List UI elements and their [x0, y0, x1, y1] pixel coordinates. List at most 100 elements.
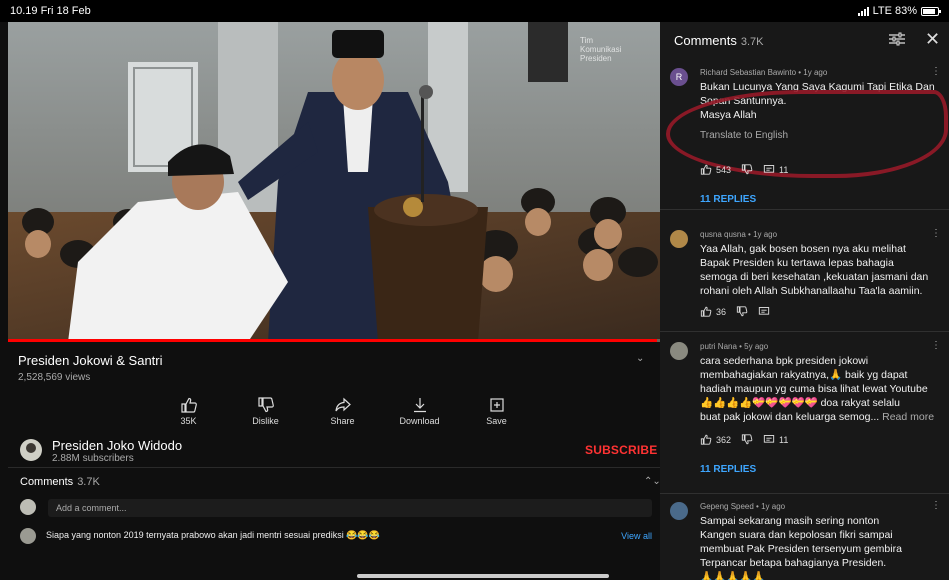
- thumb-down-icon: [741, 164, 753, 175]
- dislike-button[interactable]: Dislike: [227, 397, 304, 426]
- action-bar: 35K Dislike Share Download Save: [150, 397, 535, 426]
- comment-item[interactable]: putri Nana • 5y ago ⋮ cara sederhana bpk…: [660, 332, 949, 494]
- thumb-up-icon: [700, 306, 712, 317]
- comment-avatar[interactable]: [670, 502, 688, 520]
- more-vert-icon[interactable]: ⋮: [931, 340, 941, 351]
- save-button[interactable]: Save: [458, 397, 535, 426]
- comment-like-button[interactable]: 362: [700, 434, 731, 445]
- comments-teaser[interactable]: Comments 3.7K ⌃⌄ Add a comment... Siapa y…: [8, 470, 661, 580]
- comments-teaser-count: 3.7K: [77, 476, 100, 488]
- user-avatar: [20, 499, 36, 515]
- comment-last-line: buat pak jokowi dan keluarga semog...: [700, 411, 880, 423]
- comments-teaser-header: Comments 3.7K: [20, 476, 100, 488]
- video-progress-bar[interactable]: [8, 339, 660, 342]
- video-title[interactable]: Presiden Jokowi & Santri: [18, 353, 163, 368]
- add-comment-input[interactable]: Add a comment...: [48, 499, 652, 517]
- share-label: Share: [330, 416, 355, 426]
- comment-like-count: 543: [716, 164, 732, 175]
- status-indicators: LTE 83%: [857, 5, 941, 17]
- thumb-up-icon: [700, 434, 712, 445]
- share-icon: [334, 397, 352, 413]
- comment-author[interactable]: qusna qusna • 1y ago: [700, 230, 777, 239]
- comment-line: Kangen suara dan kepolosan fikri sampai: [700, 529, 893, 541]
- comment-stats: 543 11: [700, 164, 788, 175]
- more-vert-icon[interactable]: ⋮: [931, 500, 941, 511]
- comment-author[interactable]: Gepeng Speed • 1y ago: [700, 502, 785, 511]
- comment-like-button[interactable]: 543: [700, 164, 731, 175]
- video-player[interactable]: Tim Komunikasi Presiden: [8, 22, 660, 342]
- comment-reply-count: 11: [779, 434, 789, 445]
- comment-author[interactable]: Richard Sebastian Bawinto • 1y ago: [700, 68, 827, 77]
- top-comment-text: Siapa yang nonton 2019 ternyata prabowo …: [46, 530, 380, 540]
- top-comment-row[interactable]: Siapa yang nonton 2019 ternyata prabowo …: [20, 526, 652, 546]
- save-icon: [488, 397, 506, 413]
- download-button[interactable]: Download: [381, 397, 458, 426]
- video-watermark: Tim Komunikasi Presiden: [580, 36, 622, 63]
- channel-name[interactable]: Presiden Joko Widodo: [52, 438, 182, 453]
- comments-panel-title-text: Comments: [674, 33, 737, 48]
- comment-item[interactable]: Gepeng Speed • 1y ago ⋮ Sampai sekarang …: [660, 492, 949, 580]
- top-comment-avatar: [20, 528, 36, 544]
- status-bar: 10.19 Fri 18 Feb LTE 83%: [0, 0, 949, 22]
- comment-author[interactable]: putri Nana • 5y ago: [700, 342, 768, 351]
- comment-dislike-button[interactable]: [741, 434, 753, 445]
- more-vert-icon[interactable]: ⋮: [931, 66, 941, 77]
- comment-dislike-button[interactable]: [736, 306, 748, 317]
- comment-text: Sampai sekarang masih sering nonton Kang…: [700, 514, 944, 580]
- comment-line: membahagiakan rakyatnya,🙏 baik yg dapat: [700, 369, 908, 381]
- comment-reply-button[interactable]: 11: [763, 164, 788, 175]
- comment-reply-count: 11: [779, 164, 789, 175]
- replies-link[interactable]: 11 REPLIES: [700, 194, 756, 205]
- channel-row: Presiden Joko Widodo 2.88M subscribers S…: [0, 435, 660, 467]
- comment-line: membuat Pak Presiden tersenyum gembira: [700, 543, 902, 555]
- comment-line: Bapak Presiden ku tertawa lepas bahagia: [700, 257, 894, 269]
- close-icon[interactable]: ✕: [925, 30, 940, 48]
- comment-text: Yaa Allah, gak bosen bosen nya aku melih…: [700, 242, 944, 298]
- network-status: LTE 83%: [872, 5, 917, 17]
- comment-item[interactable]: qusna qusna • 1y ago ⋮ Yaa Allah, gak bo…: [660, 220, 949, 332]
- like-count: 35K: [180, 416, 197, 426]
- dislike-label: Dislike: [252, 416, 279, 426]
- chevron-down-icon[interactable]: ⌄: [636, 353, 644, 364]
- comment-stats: 36: [700, 306, 770, 317]
- comment-avatar[interactable]: [670, 342, 688, 360]
- thumb-up-icon: [700, 164, 712, 175]
- channel-subscribers: 2.88M subscribers: [52, 453, 134, 464]
- comments-panel: Comments 3.7K ✕ R Richard Sebastian Bawin…: [660, 22, 949, 580]
- battery-icon: [921, 6, 941, 16]
- comment-line: Sampai sekarang masih sering nonton: [700, 515, 880, 527]
- comment-reply-button[interactable]: 11: [763, 434, 788, 445]
- comment-line: 🙏🙏🙏🙏🙏: [700, 571, 766, 580]
- subscribe-button[interactable]: SUBSCRIBE: [585, 443, 657, 457]
- comment-line: Terpancar betapa bahagianya Presiden.: [700, 557, 887, 569]
- view-all-link[interactable]: View all: [621, 531, 652, 541]
- comment-dislike-button[interactable]: [741, 164, 753, 175]
- comment-like-button[interactable]: 36: [700, 306, 726, 317]
- filter-icon[interactable]: [888, 32, 906, 46]
- reply-icon: [763, 435, 775, 443]
- read-more-link[interactable]: Read more: [882, 411, 934, 423]
- comment-item[interactable]: R Richard Sebastian Bawinto • 1y ago ⋮ B…: [660, 58, 949, 210]
- home-indicator[interactable]: [357, 574, 609, 578]
- comment-text: cara sederhana bpk presiden jokowi memba…: [700, 354, 944, 424]
- channel-avatar[interactable]: [20, 439, 42, 461]
- comment-avatar[interactable]: [670, 230, 688, 248]
- more-vert-icon[interactable]: ⋮: [931, 228, 941, 239]
- like-button[interactable]: 35K: [150, 397, 227, 426]
- unfold-icon[interactable]: ⌃⌄: [644, 476, 661, 487]
- comment-line: Yaa Allah, gak bosen bosen nya aku melih…: [700, 243, 906, 255]
- comments-panel-header: Comments 3.7K ✕: [660, 22, 949, 58]
- comment-like-count: 362: [716, 434, 732, 445]
- add-comment-row: Add a comment...: [20, 496, 652, 518]
- comments-panel-count: 3.7K: [740, 36, 764, 48]
- comments-teaser-title: Comments: [20, 476, 74, 488]
- comment-line: 👍👍👍👍💝💝💝💝💝 doa rakyat selalu: [700, 397, 900, 409]
- comment-reply-button[interactable]: [758, 306, 770, 317]
- reply-icon: [758, 307, 770, 315]
- video-frame: [8, 22, 660, 342]
- save-label: Save: [486, 416, 507, 426]
- thumb-down-icon: [257, 397, 275, 413]
- replies-link[interactable]: 11 REPLIES: [700, 464, 756, 475]
- comment-avatar[interactable]: R: [670, 68, 688, 86]
- share-button[interactable]: Share: [304, 397, 381, 426]
